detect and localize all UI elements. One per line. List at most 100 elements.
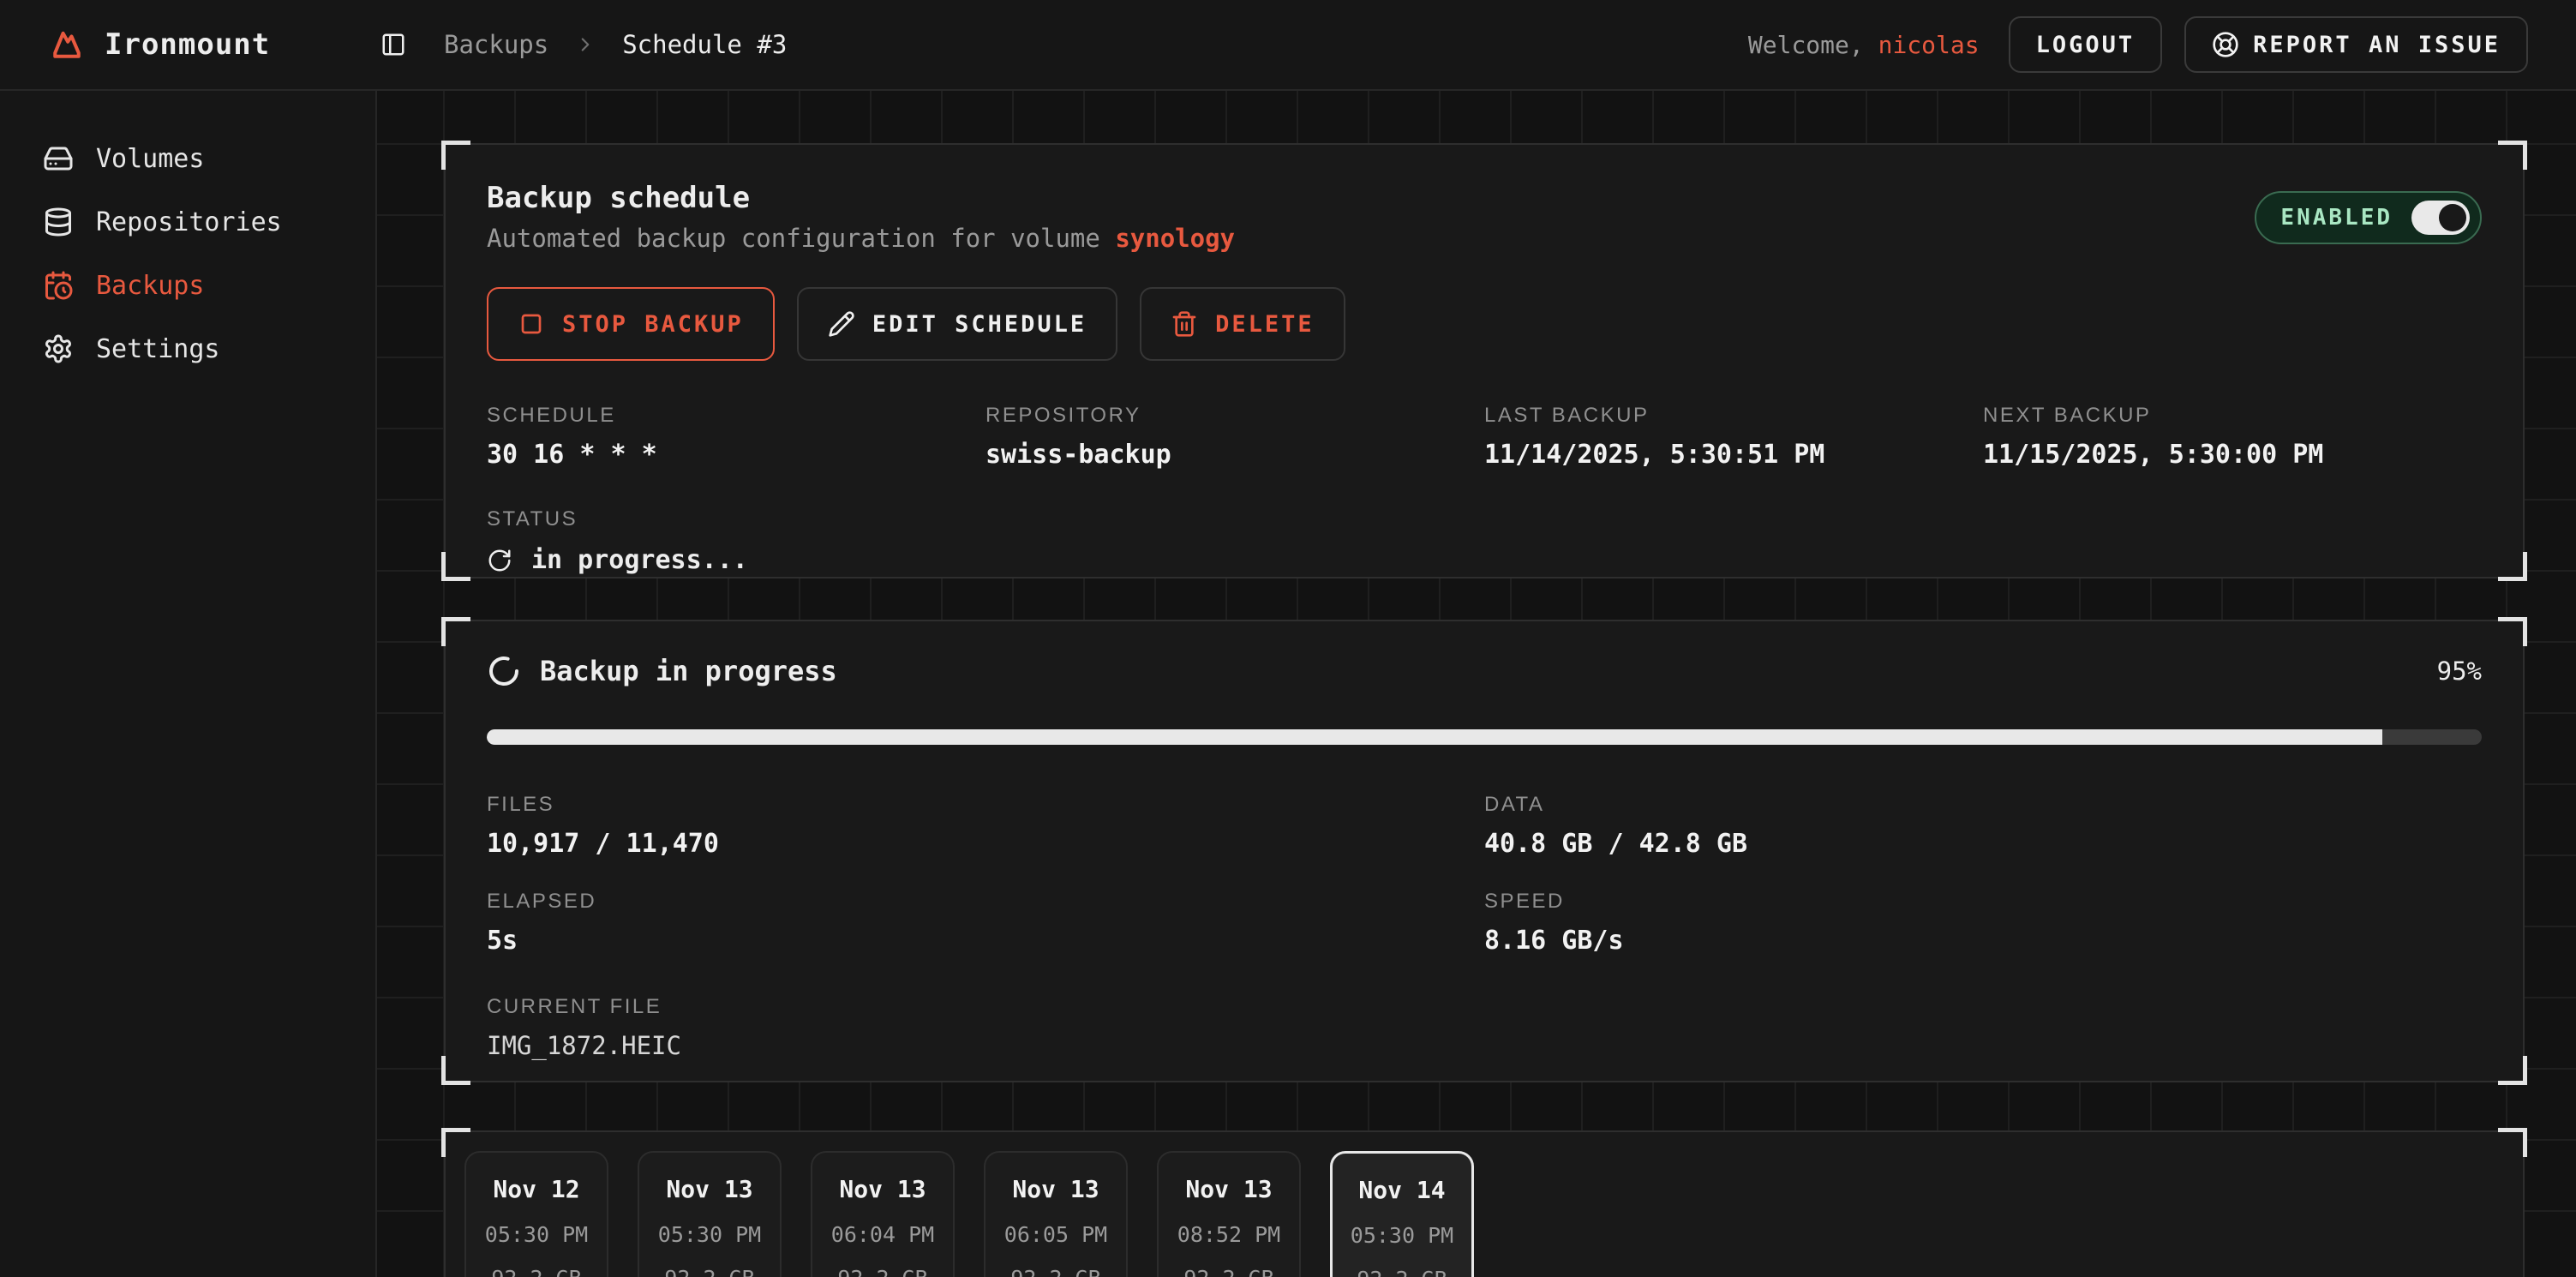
corner-bracket [441,1056,470,1085]
stop-backup-label: STOP BACKUP [562,311,744,338]
volume-name: synology [1115,224,1235,253]
history-date: Nov 13 [812,1175,953,1203]
trash-icon [1171,310,1198,338]
history-time: 06:05 PM [985,1222,1126,1247]
subtitle-text: Automated backup configuration for volum… [487,224,1100,253]
history-date: Nov 14 [1333,1176,1471,1204]
app-title: Ironmount [105,27,270,62]
corner-bracket [441,1128,470,1157]
lifebuoy-icon [2212,31,2239,58]
stat-files: FILES 10,917 / 11,470 [487,793,1484,859]
corner-bracket [2498,1128,2527,1157]
schedule-actions: STOP BACKUP EDIT SCHEDULE DELETE [487,287,2482,361]
history-time: 06:04 PM [812,1222,953,1247]
toggle-knob [2439,204,2466,231]
history-size: 92.2 GB [466,1266,607,1277]
field-label: LAST BACKUP [1484,404,1983,428]
history-entry[interactable]: Nov 13 05:30 PM 92.2 GB [638,1151,782,1277]
current-file-label: CURRENT FILE [487,995,2482,1019]
schedule-fields: SCHEDULE 30 16 * * * REPOSITORY swiss-ba… [487,404,2482,470]
enabled-toggle[interactable]: ENABLED [2255,191,2482,244]
brand: Ironmount [48,26,331,63]
sidebar-item-label: Volumes [96,144,204,174]
stop-square-icon [518,310,545,338]
history-time: 05:30 PM [1333,1223,1471,1248]
field-label: SCHEDULE [487,404,985,428]
history-entry[interactable]: Nov 13 06:04 PM 92.2 GB [811,1151,955,1277]
welcome-prefix: Welcome, [1748,31,1864,59]
status-label: STATUS [487,507,2482,531]
field-value: 11/14/2025, 5:30:51 PM [1484,440,1983,470]
stop-backup-button[interactable]: STOP BACKUP [487,287,775,361]
field-label: REPOSITORY [985,404,1484,428]
stat-label: ELAPSED [487,890,1484,914]
sidebar-item-volumes[interactable]: Volumes [0,127,375,190]
history-row: Nov 12 05:30 PM 92.2 GB Nov 13 05:30 PM … [464,1151,2504,1277]
stat-speed: SPEED 8.16 GB/s [1484,890,2482,956]
history-size: 92.2 GB [639,1266,780,1277]
field-repository: REPOSITORY swiss-backup [985,404,1484,470]
sidebar-toggle-button[interactable] [380,32,406,57]
backup-schedule-card: Backup schedule Automated backup configu… [444,143,2525,579]
backup-history-card: Nov 12 05:30 PM 92.2 GB Nov 13 05:30 PM … [444,1130,2525,1277]
progress-percent: 95% [2437,656,2482,686]
history-time: 05:30 PM [466,1222,607,1247]
history-entry[interactable]: Nov 13 08:52 PM 92.2 GB [1157,1151,1301,1277]
corner-bracket [2498,552,2527,581]
stat-value: 10,917 / 11,470 [487,829,1484,859]
progress-bar [487,729,2482,745]
card-title: Backup schedule [487,181,2482,215]
field-value: 11/15/2025, 5:30:00 PM [1983,440,2482,470]
history-date: Nov 13 [1159,1175,1299,1203]
username: nicolas [1878,31,1980,59]
gear-icon [43,333,74,364]
sidebar-item-backups[interactable]: Backups [0,254,375,317]
history-entry-selected[interactable]: Nov 14 05:30 PM 92.2 GB [1330,1151,1474,1277]
card-subtitle: Automated backup configuration for volum… [487,224,2482,253]
sidebar-item-label: Settings [96,334,220,364]
header: Ironmount Backups Schedule #3 Welcome, n… [0,0,2576,91]
stat-label: SPEED [1484,890,2482,914]
sidebar: Volumes Repositories Backups Settings [0,91,377,1277]
breadcrumb-section[interactable]: Backups [444,30,548,59]
stat-label: FILES [487,793,1484,817]
history-date: Nov 13 [985,1175,1126,1203]
status-row: in progress... [487,545,2482,575]
loader-arc-icon [487,654,521,688]
sidebar-item-settings[interactable]: Settings [0,317,375,381]
corner-bracket [441,552,470,581]
mountain-icon [48,26,86,63]
history-size: 92.2 GB [985,1266,1126,1277]
edit-schedule-button[interactable]: EDIT SCHEDULE [797,287,1117,361]
history-size: 92.2 GB [812,1266,953,1277]
corner-bracket [2498,141,2527,170]
edit-schedule-label: EDIT SCHEDULE [872,311,1087,338]
status-value: in progress... [531,545,748,575]
sidebar-item-label: Repositories [96,207,282,237]
progress-stats: FILES 10,917 / 11,470 DATA 40.8 GB / 42.… [487,793,2482,956]
stat-value: 40.8 GB / 42.8 GB [1484,829,2482,859]
progress-title-row: Backup in progress 95% [487,654,2482,688]
field-value: swiss-backup [985,440,1484,470]
report-issue-button[interactable]: REPORT AN ISSUE [2184,16,2528,73]
corner-bracket [441,141,470,170]
delete-button[interactable]: DELETE [1140,287,1345,361]
enabled-label: ENABLED [2280,205,2393,231]
stat-value: 5s [487,926,1484,956]
history-date: Nov 13 [639,1175,780,1203]
toggle-switch[interactable] [2411,201,2470,235]
field-last-backup: LAST BACKUP 11/14/2025, 5:30:51 PM [1484,404,1983,470]
field-next-backup: NEXT BACKUP 11/15/2025, 5:30:00 PM [1983,404,2482,470]
history-date: Nov 12 [466,1175,607,1203]
current-file-value: IMG_1872.HEIC [487,1031,2482,1060]
history-size: 92.2 GB [1333,1267,1471,1277]
history-entry[interactable]: Nov 12 05:30 PM 92.2 GB [464,1151,608,1277]
sidebar-item-label: Backups [96,271,204,301]
stat-value: 8.16 GB/s [1484,926,2482,956]
history-entry[interactable]: Nov 13 06:05 PM 92.2 GB [984,1151,1128,1277]
corner-bracket [441,617,470,646]
pencil-icon [828,310,855,338]
corner-bracket [2498,1056,2527,1085]
logout-button[interactable]: LOGOUT [2009,16,2163,73]
sidebar-item-repositories[interactable]: Repositories [0,190,375,254]
